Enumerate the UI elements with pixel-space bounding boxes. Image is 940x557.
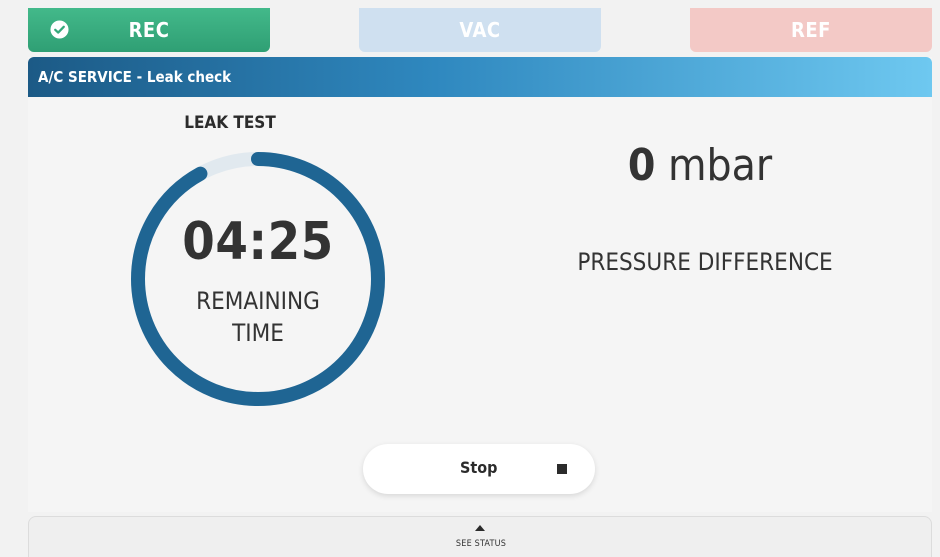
tab-ref-label: REF [791,18,831,42]
remaining-label-line2: TIME [232,319,284,347]
remaining-label-line1: REMAINING [196,287,320,315]
pressure-unit: mbar [667,140,773,191]
leak-test-label: LEAK TEST [184,113,276,133]
pressure-value: 0 [627,140,656,191]
caret-up-icon [475,525,485,531]
remaining-time-gauge [131,152,385,406]
see-status-bar[interactable]: SEE STATUS [28,516,932,557]
panel-title: A/C SERVICE - Leak check [28,57,932,97]
tab-ref[interactable]: REF [690,8,932,52]
tab-vac[interactable]: VAC [359,8,601,52]
tab-rec[interactable]: REC [28,8,270,52]
see-status-label: SEE STATUS [455,539,507,549]
tab-rec-label: REC [128,18,170,42]
pressure-difference-label: PRESSURE DIFFERENCE [577,248,833,276]
stop-button-label: Stop [460,458,498,477]
check-circle-icon [50,20,69,39]
stop-button[interactable]: Stop [363,444,595,494]
remaining-time-value: 04:25 [182,212,334,272]
stop-square-icon [557,464,567,474]
remaining-time-label: REMAINING TIME [129,285,387,349]
process-tabs: REC VAC REF [28,8,932,52]
pressure-readout: 0 mbar [550,140,850,191]
tab-vac-label: VAC [459,18,501,42]
gauge-progress-arc [131,152,385,406]
